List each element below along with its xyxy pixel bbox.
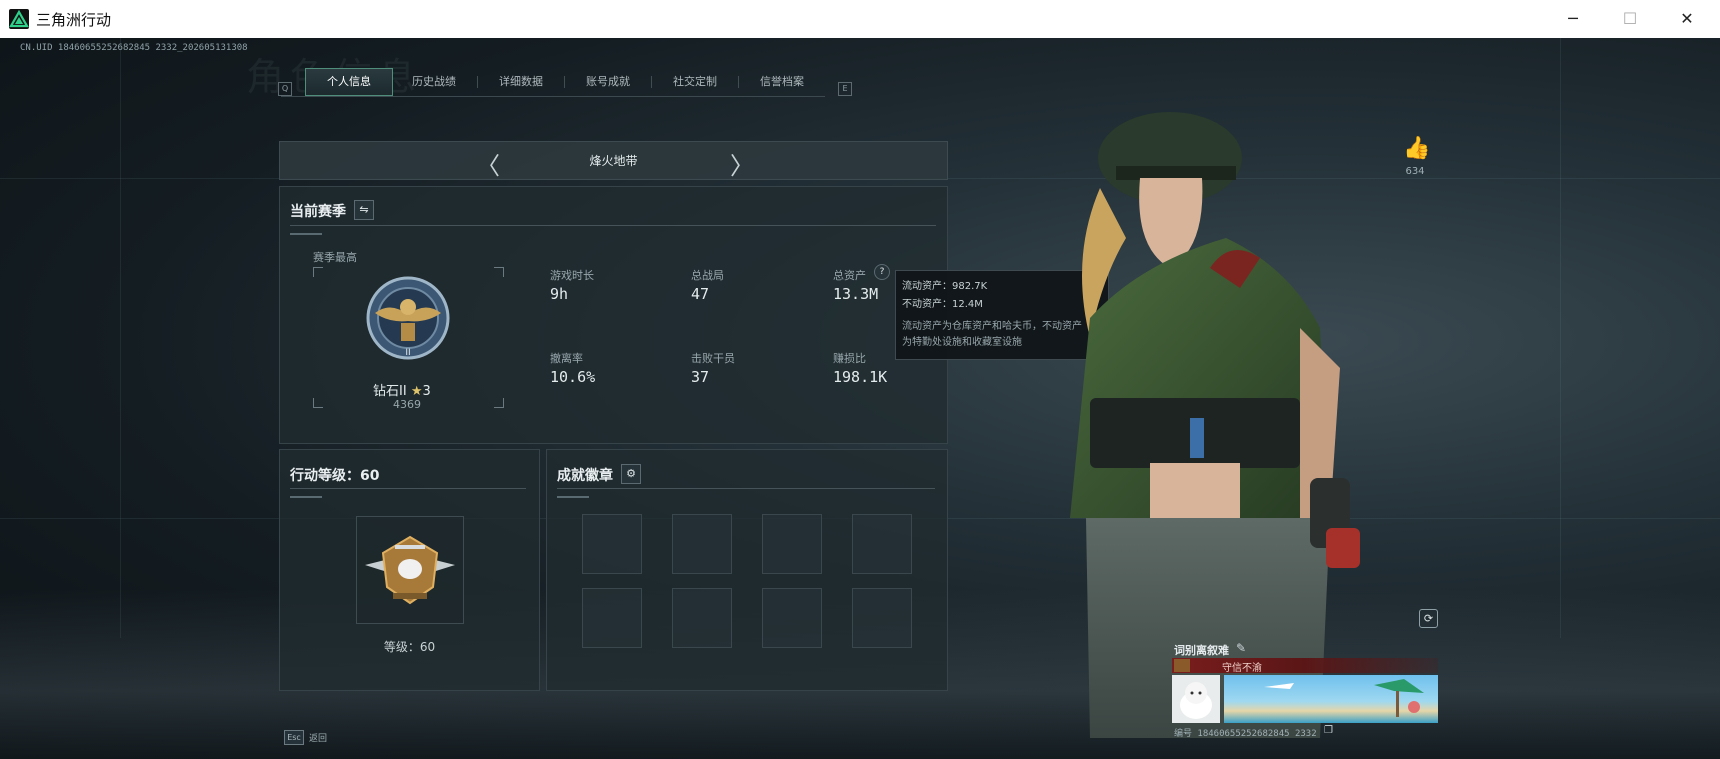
edit-name-icon[interactable]: ✎: [1236, 641, 1246, 655]
tab-account-achievements[interactable]: 账号成就: [565, 68, 651, 95]
player-card: 词别离叙难 ✎ 守信不渝 编号 18460655252682845 2332 ❐: [1172, 641, 1440, 739]
tooltip-description-line2: 为特勤处设施和收藏室设施: [902, 337, 1022, 348]
mode-name: 烽火地带: [589, 154, 638, 168]
next-mode-arrow-icon[interactable]: 〉: [730, 146, 754, 181]
close-button[interactable]: ✕: [1664, 6, 1710, 32]
rank-star-icon: ★: [410, 384, 423, 399]
badge-slot[interactable]: [582, 588, 642, 648]
achievements-settings-icon[interactable]: ⚙: [621, 464, 641, 484]
window-title: 三角洲行动: [36, 11, 112, 29]
stat-total-matches: 47: [691, 285, 710, 303]
tab-match-history[interactable]: 历史战绩: [391, 68, 477, 95]
copy-id-icon[interactable]: ❐: [1324, 725, 1333, 736]
section-accent: [557, 496, 589, 498]
frame-corner: [313, 398, 323, 408]
title-badge-icon: [1174, 659, 1190, 672]
stat-label: 赚损比: [833, 352, 866, 365]
tab-detailed-data[interactable]: 详细数据: [478, 68, 564, 95]
tab-social-customization[interactable]: 社交定制: [652, 68, 738, 95]
badge-slot[interactable]: [852, 588, 912, 648]
maximize-button[interactable]: ☐: [1607, 6, 1653, 32]
title-badge-bar: 守信不渝: [1172, 658, 1438, 674]
section-divider: [290, 225, 936, 226]
rank-emblem-icon: II: [361, 271, 455, 369]
level-badge-icon: [365, 535, 455, 605]
tab-bar: 个人信息 历史战绩 详细数据 账号成就 社交定制 信誉档案: [281, 68, 825, 97]
tooltip-fixed-assets: 不动资产：12.4M: [902, 299, 983, 310]
game-viewport: CN.UID 18460655252682845 2332_2026051313…: [0, 38, 1720, 759]
window-titlebar: 三角洲行动 ─ ☐ ✕: [0, 0, 1720, 39]
frame-corner: [494, 398, 504, 408]
app-logo-icon: [9, 9, 29, 29]
stat-label: 撤离率: [550, 352, 583, 365]
grid-line: [120, 38, 121, 638]
rank-stars: 3: [422, 384, 431, 399]
stat-play-time: 9h: [550, 285, 569, 303]
badge-slot[interactable]: [582, 514, 642, 574]
refresh-appearance-icon[interactable]: ⟳: [1419, 609, 1438, 628]
player-uid: CN.UID 18460655252682845 2332_2026051313…: [20, 43, 248, 53]
stat-total-assets: 13.3M: [833, 285, 879, 303]
like-count: 634: [1405, 166, 1425, 177]
stat-label: 击败干员: [691, 352, 735, 365]
frame-corner: [313, 267, 323, 277]
tooltip-liquid-assets: 流动资产：982.7K: [902, 281, 988, 292]
badge-slot[interactable]: [852, 514, 912, 574]
like-thumb-icon[interactable]: 👍: [1403, 136, 1430, 161]
action-level-title: 行动等级：60: [290, 468, 380, 484]
asset-help-icon[interactable]: ?: [874, 264, 890, 280]
tab-reputation-record[interactable]: 信誉档案: [739, 68, 825, 95]
player-name: 词别离叙难: [1174, 644, 1229, 657]
season-switch-icon[interactable]: ⇋: [354, 200, 374, 220]
esc-key-hint[interactable]: Esc: [284, 730, 304, 745]
rank-label: 钻石II ★3: [373, 380, 431, 399]
svg-text:II: II: [405, 348, 410, 358]
mode-selector: 〈 烽火地带 〉: [279, 141, 948, 180]
stat-extraction-rate: 10.6%: [550, 368, 596, 386]
section-accent: [290, 233, 322, 235]
achievements-panel: 成就徽章 ⚙: [546, 449, 948, 691]
player-avatar[interactable]: [1172, 675, 1220, 723]
badge-slot[interactable]: [762, 514, 822, 574]
stat-label: 总资产: [833, 269, 866, 282]
back-label[interactable]: 返回: [309, 731, 327, 744]
level-badge-frame: [356, 516, 464, 624]
season-best-label: 赛季最高: [313, 251, 357, 264]
frame-corner: [494, 267, 504, 277]
section-divider: [557, 488, 935, 489]
grid-line: [1560, 38, 1561, 638]
tab-personal-info[interactable]: 个人信息: [305, 68, 393, 96]
minimize-button[interactable]: ─: [1550, 6, 1596, 32]
rank-points: 4369: [393, 398, 421, 411]
season-panel: 当前赛季 ⇋ 赛季最高 II 钻石II ★3 4369 游戏时长 9h 总战局 …: [279, 186, 948, 444]
player-banner-image[interactable]: [1224, 675, 1438, 723]
stat-operators-defeated: 37: [691, 368, 710, 386]
badge-slot[interactable]: [672, 514, 732, 574]
section-divider: [290, 488, 526, 489]
season-title: 当前赛季: [290, 204, 346, 220]
badge-slot[interactable]: [672, 588, 732, 648]
achievements-title: 成就徽章: [557, 468, 613, 484]
next-tab-key-hint[interactable]: E: [838, 82, 852, 96]
action-level-panel: 行动等级：60 等级：60: [279, 449, 540, 691]
rank-name: 钻石II: [373, 384, 407, 399]
stat-profit-loss-ratio: 198.1K: [833, 368, 888, 386]
level-label: 等级：60: [383, 640, 436, 654]
stat-label: 总战局: [691, 269, 724, 282]
player-id: 编号 18460655252682845 2332: [1174, 729, 1317, 739]
title-badge-text: 守信不渝: [1222, 663, 1262, 674]
section-accent: [290, 496, 322, 498]
stat-label: 游戏时长: [550, 269, 594, 282]
badge-slot[interactable]: [762, 588, 822, 648]
